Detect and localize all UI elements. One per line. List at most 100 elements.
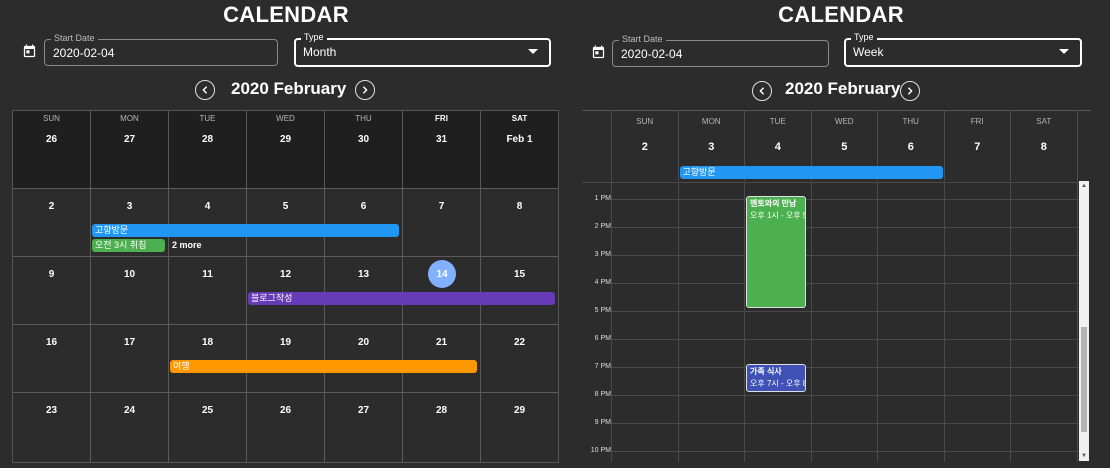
type-select[interactable]: Type Month [294,32,551,67]
day-cell[interactable]: 22 [481,325,558,393]
day-cell[interactable]: 7 [403,189,481,257]
day-number[interactable]: 27 [325,405,402,416]
event-mentor[interactable]: 멘토와의 만남 오후 1시 - 오후 5 [746,196,806,308]
day-cell[interactable]: THU 30 [325,111,403,189]
day-cell[interactable]: WED 29 [247,111,325,189]
day-cell[interactable]: 6 [325,189,403,257]
day-number[interactable]: 24 [91,405,168,416]
week-day-header[interactable]: SAT 8 [1011,111,1078,181]
week-day-header[interactable]: FRI 7 [945,111,1011,181]
day-number[interactable]: 17 [91,337,168,348]
day-cell[interactable]: 2 [13,189,91,257]
week-scrollbar[interactable]: ▲ ▼ [1079,181,1089,461]
type-select[interactable]: Type Week [844,32,1082,67]
day-cell[interactable]: 24 [91,393,169,462]
day-cell[interactable]: 10 [91,257,169,325]
more-events-link[interactable]: 2 more [172,240,202,250]
day-number[interactable]: 31 [403,134,480,145]
day-cell[interactable]: 15 [481,257,558,325]
day-cell[interactable]: 25 [169,393,247,462]
day-cell[interactable]: 9 [13,257,91,325]
event-homecoming[interactable]: 고향방문 [92,224,399,237]
day-cell[interactable]: SUN 26 [13,111,91,189]
day-number[interactable]: 28 [169,134,246,145]
day-number[interactable]: 18 [169,337,246,348]
day-number[interactable]: 5 [247,201,324,212]
calendar-icon[interactable] [591,45,606,60]
day-number[interactable]: 25 [169,405,246,416]
day-number[interactable]: 2 [13,201,90,212]
day-cell[interactable]: 11 [169,257,247,325]
start-date-field[interactable]: Start Date 2020-02-04 [44,33,278,66]
start-date-field[interactable]: Start Date 2020-02-04 [612,34,829,67]
prev-month-button[interactable] [195,80,215,100]
event-family-dinner[interactable]: 가족 식사 오후 7시 - 오후 8 [746,364,806,392]
day-cell[interactable]: 5 [247,189,325,257]
day-cell[interactable]: 29 [481,393,558,462]
day-number[interactable]: 27 [91,134,168,145]
day-number[interactable]: 8 [481,201,558,212]
day-number[interactable]: 23 [13,405,90,416]
day-number[interactable]: 26 [13,134,90,145]
day-number[interactable]: Feb 1 [481,134,558,145]
day-number[interactable]: 15 [481,269,558,280]
day-number[interactable]: 5 [812,141,878,153]
day-number[interactable]: 28 [403,405,480,416]
day-number[interactable]: 10 [91,269,168,280]
day-number[interactable]: 20 [325,337,402,348]
day-number[interactable]: 6 [878,141,944,153]
prev-week-button[interactable] [752,81,772,101]
scroll-up-icon[interactable]: ▲ [1079,181,1089,191]
event-sleep[interactable]: 오전 3시 취침 [92,239,165,252]
day-number[interactable]: 11 [169,269,246,280]
day-number[interactable]: 7 [403,201,480,212]
day-number[interactable]: 30 [325,134,402,145]
day-cell[interactable]: 17 [91,325,169,393]
day-number[interactable]: 29 [247,134,324,145]
calendar-icon[interactable] [22,44,37,59]
day-number[interactable]: 9 [13,269,90,280]
next-month-button[interactable] [355,80,375,100]
day-number[interactable]: 3 [91,201,168,212]
day-cell[interactable]: 14 [403,257,481,325]
day-number[interactable]: 2 [612,141,678,153]
day-cell[interactable]: 23 [13,393,91,462]
day-cell[interactable]: SAT Feb 1 [481,111,558,189]
day-number[interactable]: 4 [745,141,811,153]
day-number[interactable]: 13 [325,269,402,280]
day-cell[interactable]: 19 [247,325,325,393]
day-number[interactable]: 29 [481,405,558,416]
scrollbar-thumb[interactable] [1081,327,1087,432]
day-cell[interactable]: 27 [325,393,403,462]
day-number[interactable]: 22 [481,337,558,348]
day-cell[interactable]: TUE 28 [169,111,247,189]
day-number[interactable]: 12 [247,269,324,280]
day-number[interactable]: 6 [325,201,402,212]
event-trip[interactable]: 여행 [170,360,477,373]
day-number[interactable]: 7 [945,141,1011,153]
day-cell[interactable]: 28 [403,393,481,462]
day-cell[interactable]: 13 [325,257,403,325]
day-cell[interactable]: 18 [169,325,247,393]
day-cell[interactable]: 21 [403,325,481,393]
day-cell[interactable]: MON 27 [91,111,169,189]
day-cell[interactable]: 26 [247,393,325,462]
day-cell[interactable]: 20 [325,325,403,393]
day-number[interactable]: 8 [1011,141,1077,153]
day-number[interactable]: 19 [247,337,324,348]
day-cell[interactable]: 16 [13,325,91,393]
scroll-down-icon[interactable]: ▼ [1079,451,1089,461]
day-number[interactable]: 3 [679,141,745,153]
day-number[interactable]: 16 [13,337,90,348]
day-number[interactable]: 21 [403,337,480,348]
day-cell[interactable]: 8 [481,189,558,257]
next-week-button[interactable] [900,81,920,101]
today-marker[interactable]: 14 [428,260,456,288]
day-number[interactable]: 4 [169,201,246,212]
event-blog[interactable]: 블로그작성 [248,292,555,305]
day-cell[interactable]: 12 [247,257,325,325]
allday-event-homecoming[interactable]: 고향방문 [679,166,943,179]
day-number[interactable]: 26 [247,405,324,416]
week-day-header[interactable]: SUN 2 [612,111,679,181]
day-cell[interactable]: FRI 31 [403,111,481,189]
